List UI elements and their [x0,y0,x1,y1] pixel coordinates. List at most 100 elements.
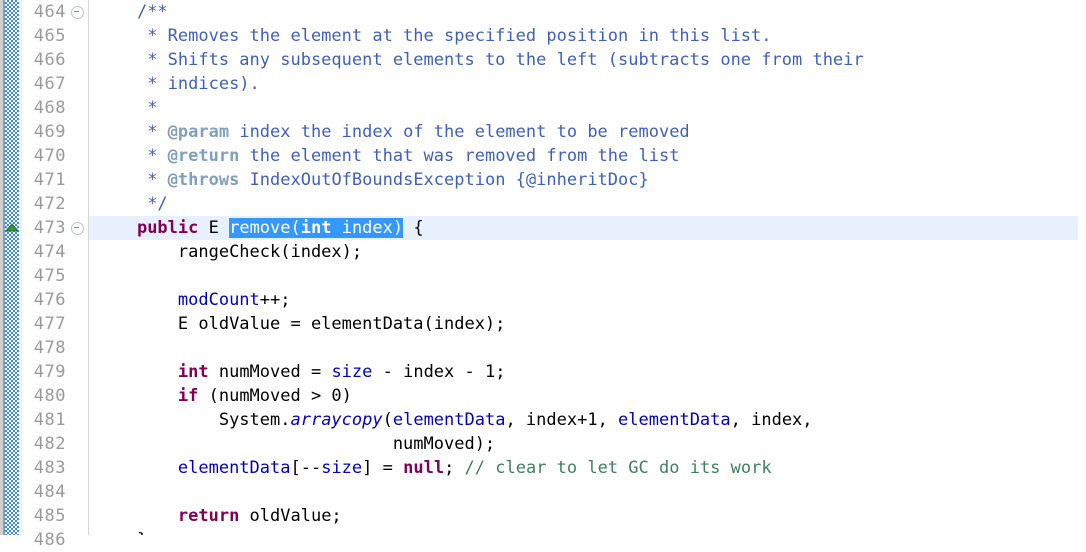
code-line[interactable]: E oldValue = elementData(index); [89,312,1086,336]
code-line[interactable]: * @param index the index of the element … [89,120,1086,144]
code-token: ++; [259,290,291,310]
line-number: 476 [33,290,66,310]
line-number: 469 [33,122,66,142]
line-number: 486 [33,530,66,550]
code-line[interactable] [89,336,1086,360]
code-line[interactable]: * Removes the element at the specified p… [89,24,1086,48]
code-token: - index - 1; [372,362,506,382]
javadoc-token: IndexOutOfBoundsException {@inheritDoc} [239,170,649,190]
javadoc-token: * [147,170,168,190]
line-number: 471 [33,170,66,190]
code-line[interactable]: * Shifts any subsequent elements to the … [89,48,1086,72]
field-token: size [331,362,373,382]
fold-minus-icon[interactable] [68,216,86,240]
code-line[interactable]: int numMoved = size - index - 1; [89,360,1086,384]
code-line[interactable]: if (numMoved > 0) [89,384,1086,408]
line-number: 479 [33,362,66,382]
green-up-arrow-icon[interactable] [4,220,20,236]
selected-keyword: int [300,218,332,238]
code-line[interactable]: rangeCheck(index); [89,240,1086,264]
code-token: , index+1, [505,410,619,430]
line-number: 474 [33,242,66,262]
javadoc-token: * [147,98,158,118]
comment-token: // clear to let GC do its work [464,458,772,478]
code-line[interactable] [89,480,1086,504]
field-token: modCount [177,290,260,310]
fold-minus-glyph [70,221,84,235]
code-line[interactable]: * [89,96,1086,120]
code-token: } [137,530,147,535]
javadoc-token: * Removes the element at the specified p… [147,26,772,46]
code-token: E [198,218,230,238]
code-token: { [403,218,424,238]
line-number: 464 [33,2,66,22]
line-number: 470 [33,146,66,166]
code-token: ] = [362,458,404,478]
line-number: 482 [33,434,66,454]
code-token: System. [218,410,291,430]
line-number: 466 [33,50,66,70]
fold-minus-icon[interactable] [68,0,86,24]
fold-minus-glyph [70,5,84,19]
keyword-token: return [177,506,240,526]
code-token: ; [444,458,465,478]
javadoc-token: * [147,122,168,142]
keyword-token: if [177,386,199,406]
field-token: elementData [618,410,731,430]
javadoc-token: the element that was removed from the li… [239,146,680,166]
code-line[interactable]: } [89,528,1086,535]
code-line[interactable]: /** [89,0,1086,24]
code-line[interactable]: numMoved); [89,432,1086,456]
selected-text: remove( [229,218,301,238]
line-number: 475 [33,266,66,286]
line-number: 467 [33,74,66,94]
code-line[interactable]: * @return the element that was removed f… [89,144,1086,168]
field-token: size [321,458,363,478]
code-text-area[interactable]: /** * Removes the element at the specifi… [89,0,1086,535]
code-token: numMoved = [208,362,332,382]
line-number-gutter[interactable]: 464 465 466 467 468 469 470 471 472 473 474 475 476 4… [22,0,89,550]
code-line[interactable] [89,264,1086,288]
code-line-current[interactable]: public E remove(int index) { [89,216,1078,240]
field-token: elementData [392,410,506,430]
code-line[interactable]: */ [89,192,1086,216]
code-token: [-- [290,458,322,478]
javadoc-token: * Shifts any subsequent elements to the … [147,50,864,70]
code-token: (numMoved > 0) [198,386,352,406]
code-token: ( [382,410,393,430]
code-line[interactable]: * @throws IndexOutOfBoundsException {@in… [89,168,1086,192]
javadoc-token: index the index of the element to be rem… [229,122,690,142]
annotation-ruler[interactable] [0,0,22,535]
code-line[interactable]: return oldValue; [89,504,1086,528]
keyword-token: int [177,362,209,382]
code-token: , index, [730,410,813,430]
code-editor[interactable]: 464 465 466 467 468 469 470 471 472 473 474 475 476 4… [0,0,1086,550]
code-line[interactable]: elementData[--size] = null; // clear to … [89,456,1086,480]
javadoc-token: /** [136,2,168,22]
javadoc-token: */ [147,194,168,214]
keyword-token: null [403,458,445,478]
keyword-token: public [136,218,199,238]
code-line[interactable]: modCount++; [89,288,1086,312]
code-line[interactable]: System.arraycopy(elementData, index+1, e… [89,408,1086,432]
line-number: 484 [33,482,66,502]
line-number: 485 [33,506,66,526]
code-line[interactable]: * indices). [89,72,1086,96]
line-number: 477 [33,314,66,334]
